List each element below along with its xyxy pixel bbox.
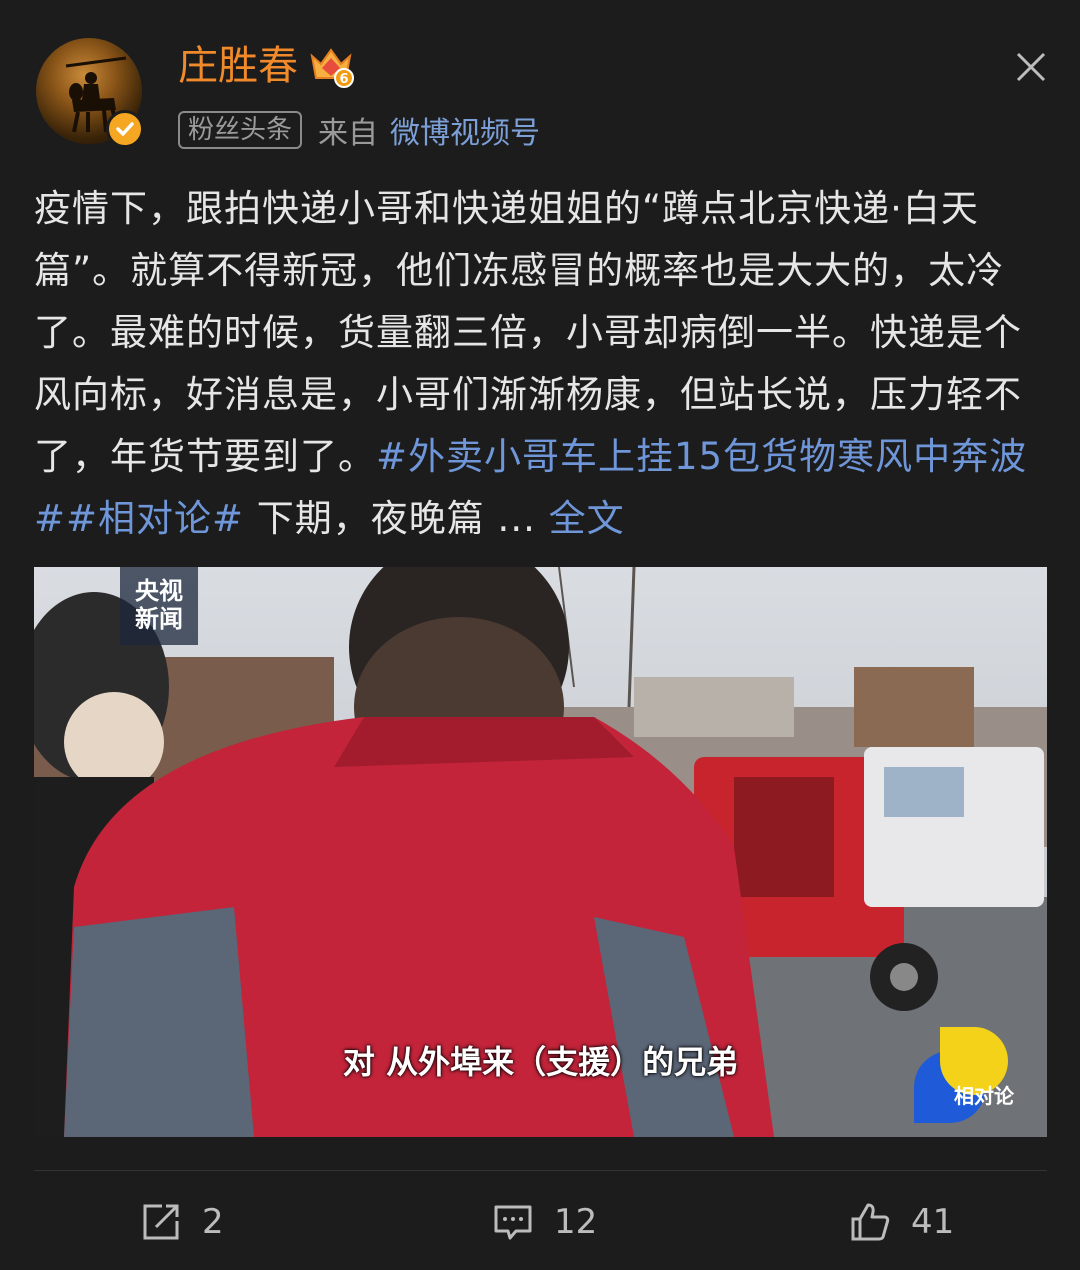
topic-link[interactable]: #相对论# [66,497,244,540]
post-tail: 下期，夜晚篇 ... [244,497,536,540]
repost-button[interactable]: 2 [140,1192,224,1252]
brand-name: 相对论 [954,1084,1014,1108]
crown-level: 6 [339,72,348,87]
logo-line2: 新闻 [135,605,183,633]
action-bar: 2 12 41 [0,1192,1080,1252]
source-link[interactable]: 微博视频号 [390,108,540,152]
brand-logo-icon [874,1017,1034,1127]
verified-badge-icon [106,110,144,148]
thumbs-up-icon [851,1203,890,1241]
video-thumbnail[interactable]: 央视 新闻 对 从外埠来（支援）的兄弟 相对论 [34,567,1047,1137]
meta-row: 粉丝头条 来自 微博视频号 [178,108,540,152]
like-count: 41 [911,1202,955,1242]
from-label: 来自 [318,116,379,151]
cctv-news-logo: 央视 新闻 [120,567,198,645]
like-button[interactable]: 41 [849,1192,954,1252]
promo-tag: 粉丝头条 [178,111,303,149]
close-icon[interactable] [1008,44,1054,90]
comment-button[interactable]: 12 [492,1192,597,1252]
comment-count: 12 [554,1202,598,1242]
post-text: 疫情下，跟拍快递小哥和快递姐姐的“蹲点北京快递·白天篇”。就算不得新冠，他们冻感… [34,178,1050,550]
post-header: 庄胜春 6 粉丝头条 来自 微博视频号 [0,0,1080,160]
comment-icon [494,1205,532,1240]
username[interactable]: 庄胜春 [178,40,298,92]
crown-vip-icon[interactable]: 6 [308,44,354,88]
full-text-link[interactable]: 全文 [549,497,625,540]
repost-icon [143,1204,179,1240]
logo-line1: 央视 [135,577,183,605]
divider [34,1170,1047,1171]
repost-count: 2 [202,1202,224,1242]
